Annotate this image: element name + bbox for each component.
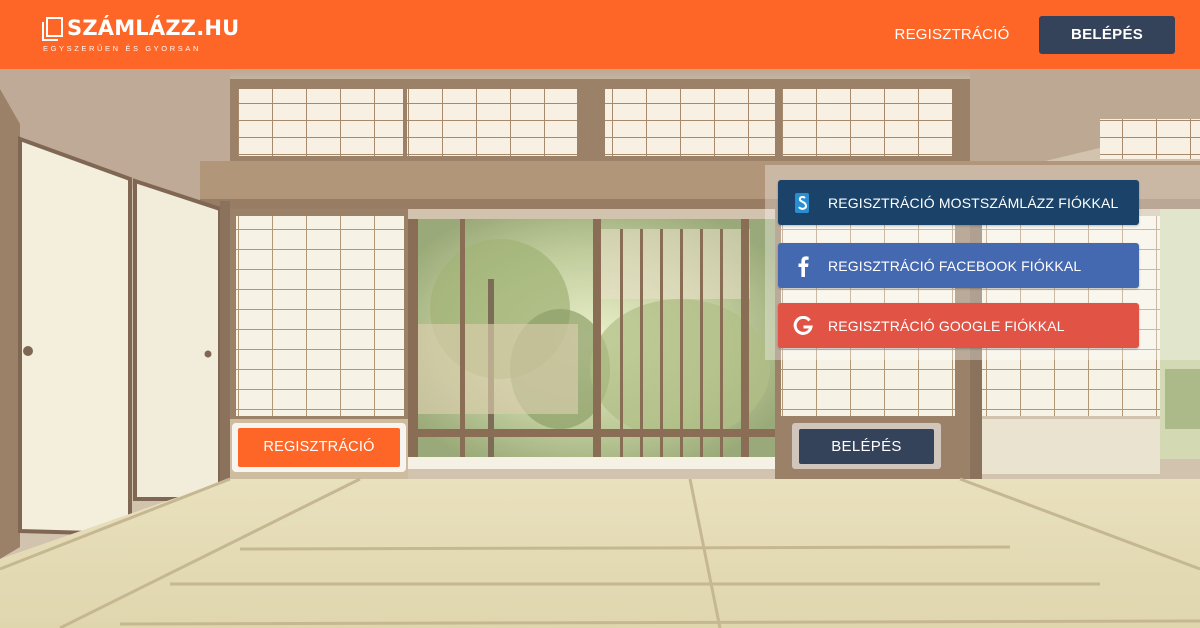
- login-cta-button[interactable]: BELÉPÉS: [799, 429, 934, 464]
- logo-slogan: EGYSZERŰEN ÉS GYORSAN: [43, 44, 201, 53]
- document-logo-icon: [42, 17, 63, 41]
- register-with-facebook-button[interactable]: REGISZTRÁCIÓ FACEBOOK FIÓKKAL: [778, 243, 1139, 288]
- register-with-google-button[interactable]: REGISZTRÁCIÓ GOOGLE FIÓKKAL: [778, 303, 1139, 348]
- logo-text: SZÁMLÁZZ.HU: [67, 16, 240, 40]
- register-with-szamlazz-button[interactable]: REGISZTRÁCIÓ MOSTSZÁMLÁZZ FIÓKKAL: [778, 180, 1139, 225]
- szamlazz-logo[interactable]: SZÁMLÁZZ.HU EGYSZERŰEN ÉS GYORSAN: [42, 16, 239, 57]
- google-g-icon: [778, 303, 828, 348]
- header-login-button[interactable]: BELÉPÉS: [1039, 16, 1175, 54]
- register-cta-frame: REGISZTRÁCIÓ: [232, 423, 406, 472]
- register-cta-button[interactable]: REGISZTRÁCIÓ: [238, 428, 400, 467]
- register-with-google-label: REGISZTRÁCIÓ GOOGLE FIÓKKAL: [828, 317, 1065, 334]
- register-with-szamlazz-label: REGISZTRÁCIÓ MOSTSZÁMLÁZZ FIÓKKAL: [828, 194, 1119, 211]
- signup-options-panel: REGISZTRÁCIÓ MOSTSZÁMLÁZZ FIÓKKAL REGISZ…: [765, 165, 1200, 360]
- top-navigation-bar: SZÁMLÁZZ.HU EGYSZERŰEN ÉS GYORSAN REGISZ…: [0, 0, 1200, 69]
- login-cta-frame: BELÉPÉS: [792, 423, 941, 469]
- header-register-link[interactable]: REGISZTRÁCIÓ: [884, 20, 1020, 50]
- facebook-f-icon: [778, 243, 828, 288]
- szamlazz-s-icon: [778, 180, 828, 225]
- register-with-facebook-label: REGISZTRÁCIÓ FACEBOOK FIÓKKAL: [828, 257, 1082, 274]
